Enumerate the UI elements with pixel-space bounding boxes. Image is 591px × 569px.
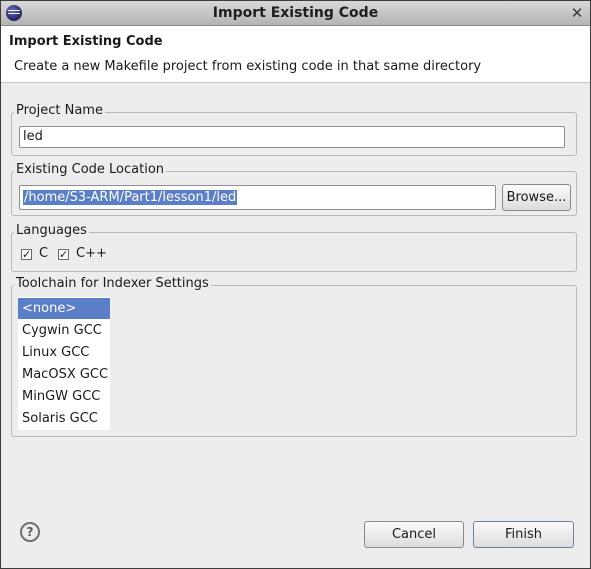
toolchain-item-none[interactable]: <none>	[18, 298, 110, 319]
page-title: Import Existing Code	[9, 34, 163, 49]
toolchain-label: Toolchain for Indexer Settings	[14, 276, 211, 291]
import-dialog: Import Existing Code ✕ Import Existing C…	[0, 0, 591, 569]
code-location-input[interactable]: /home/S3-ARM/Part1/lesson1/led	[19, 185, 496, 210]
toolchain-item-solaris[interactable]: Solaris GCC	[18, 408, 110, 429]
toolchain-item-cygwin[interactable]: Cygwin GCC	[18, 320, 110, 341]
toolchain-item-linux[interactable]: Linux GCC	[18, 342, 110, 363]
code-location-value: /home/S3-ARM/Part1/lesson1/led	[23, 190, 238, 205]
cancel-button[interactable]: Cancel	[364, 521, 464, 548]
title-bar[interactable]: Import Existing Code ✕	[1, 1, 590, 26]
browse-button[interactable]: Browse...	[502, 184, 571, 211]
toolchain-item-mingw[interactable]: MinGW GCC	[18, 386, 110, 407]
close-icon[interactable]: ✕	[570, 6, 584, 21]
help-icon[interactable]: ?	[20, 522, 40, 542]
toolchain-item-macosx[interactable]: MacOSX GCC	[18, 364, 110, 385]
cpp-checkbox[interactable]: ✓	[58, 249, 69, 260]
code-location-label: Existing Code Location	[14, 162, 167, 177]
c-checkbox-label[interactable]: C	[39, 246, 48, 261]
finish-button[interactable]: Finish	[473, 521, 574, 548]
window-title: Import Existing Code	[212, 5, 379, 21]
cpp-checkbox-label[interactable]: C++	[76, 246, 107, 261]
toolchain-list[interactable]: <none> Cygwin GCC Linux GCC MacOSX GCC M…	[18, 297, 110, 430]
languages-label: Languages	[14, 223, 89, 238]
project-name-input[interactable]: led	[19, 126, 565, 148]
c-checkbox[interactable]: ✓	[21, 249, 32, 260]
dialog-header: Import Existing Code Create a new Makefi…	[1, 26, 590, 83]
project-name-label: Project Name	[14, 103, 105, 118]
page-description: Create a new Makefile project from exist…	[14, 59, 482, 74]
